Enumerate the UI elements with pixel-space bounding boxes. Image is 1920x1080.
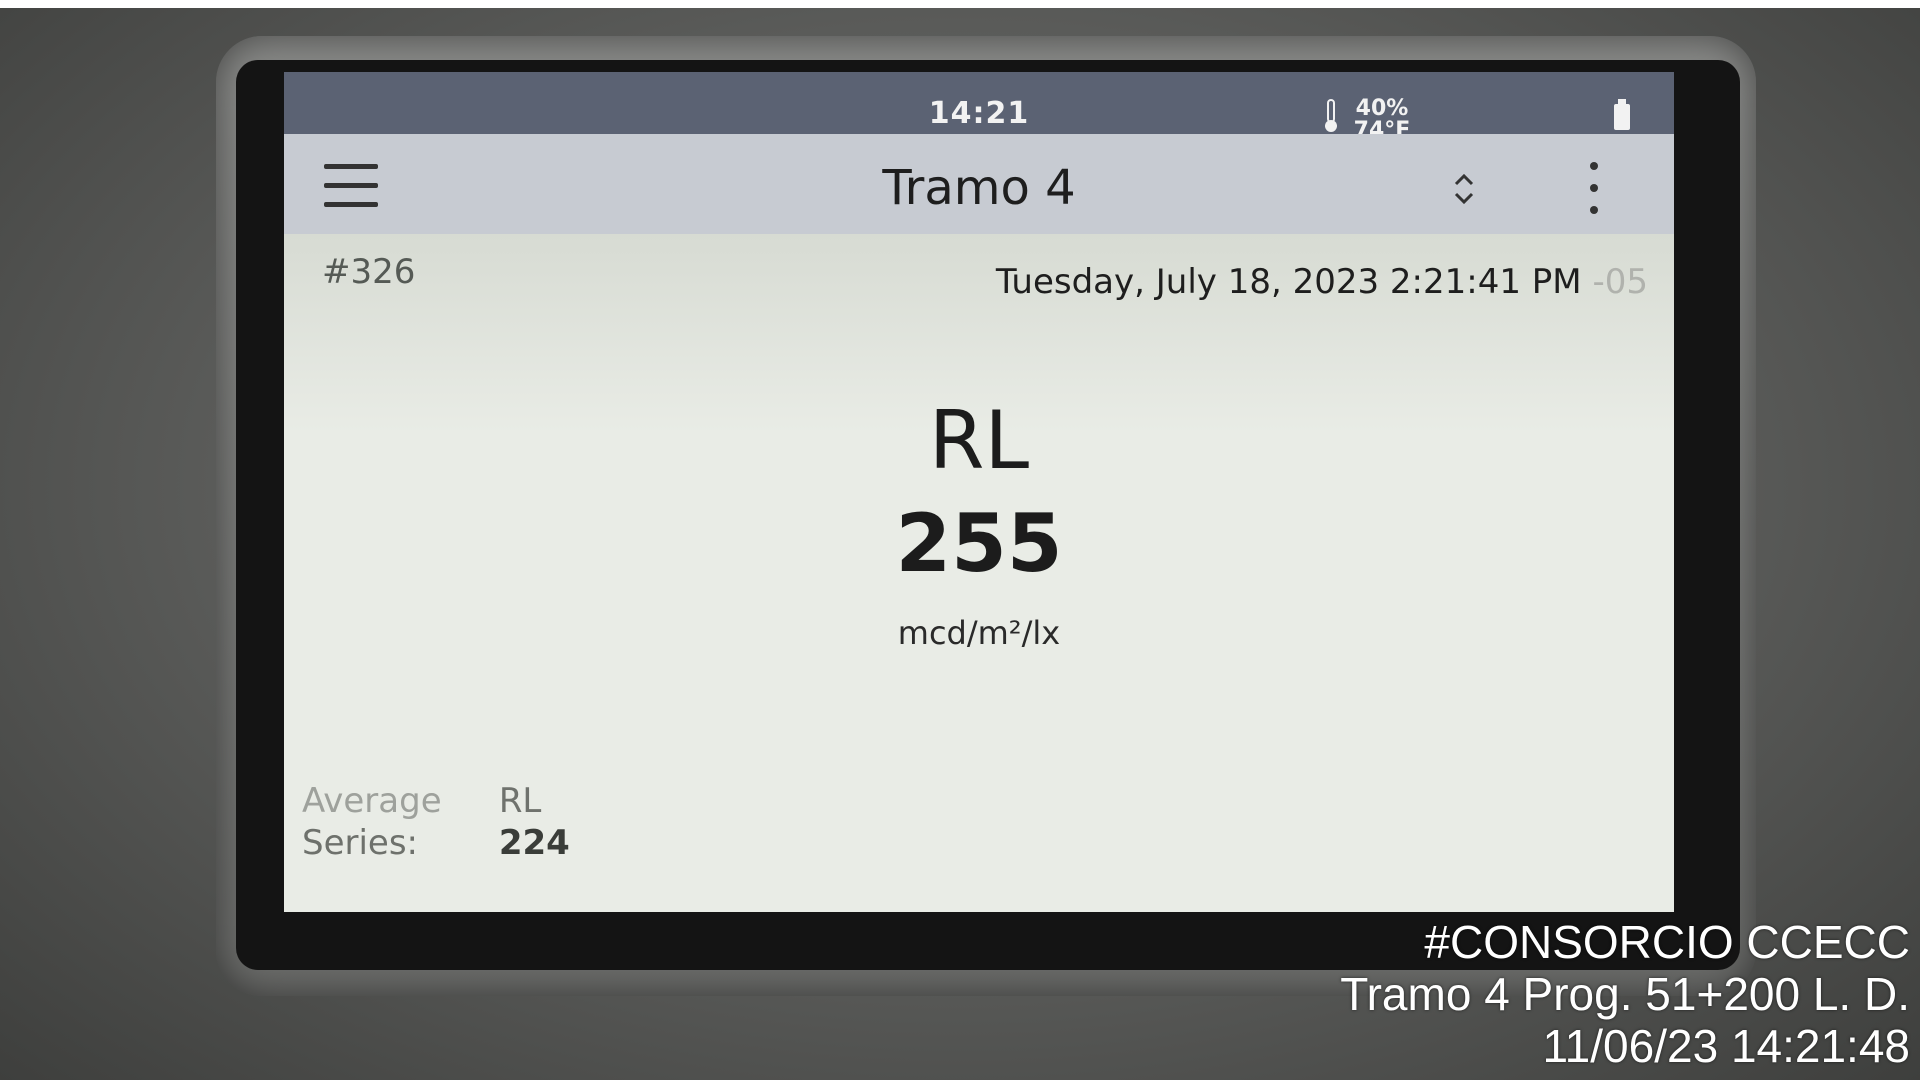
device-screen: 14:21 40% 74°F Tramo 4 #326 Tuesday, Jul…	[284, 72, 1674, 912]
metric-unit: mcd/m²/lx	[897, 614, 1061, 652]
metric-value: 255	[895, 497, 1063, 590]
photo-caption-overlay: #CONSORCIO CCECC Tramo 4 Prog. 51+200 L.…	[1340, 916, 1910, 1072]
datetime-text: Tuesday, July 18, 2023 2:21:41 PM	[995, 262, 1582, 302]
measurement-datetime: Tuesday, July 18, 2023 2:21:41 PM -05	[996, 262, 1648, 302]
thermometer-icon	[1325, 99, 1337, 132]
series-label: Series:	[302, 823, 419, 863]
timezone-offset: -05	[1592, 262, 1648, 302]
average-label: Average	[302, 781, 442, 821]
battery-icon	[1614, 99, 1630, 130]
photo-top-border	[0, 0, 1920, 8]
status-time: 14:21	[928, 96, 1030, 131]
average-series-value-row: Series: 224	[302, 822, 570, 864]
caption-line-3: 11/06/23 14:21:48	[1542, 1020, 1910, 1072]
average-value: 224	[498, 823, 570, 863]
average-series-header: Average RL	[302, 780, 570, 822]
status-bar: 14:21 40% 74°F	[284, 72, 1674, 142]
average-metric-label: RL	[498, 781, 542, 821]
up-down-chevron-icon[interactable]	[1444, 164, 1484, 214]
title-bar: Tramo 4	[284, 134, 1674, 234]
caption-line-2: Tramo 4 Prog. 51+200 L. D.	[1340, 968, 1910, 1020]
caption-line-1: #CONSORCIO CCECC	[1424, 916, 1910, 968]
record-number: #326	[322, 252, 416, 292]
vertical-dots-icon[interactable]	[1584, 162, 1604, 232]
metric-label: RL	[928, 394, 1030, 487]
average-series-panel: Average RL Series: 224	[302, 780, 570, 864]
